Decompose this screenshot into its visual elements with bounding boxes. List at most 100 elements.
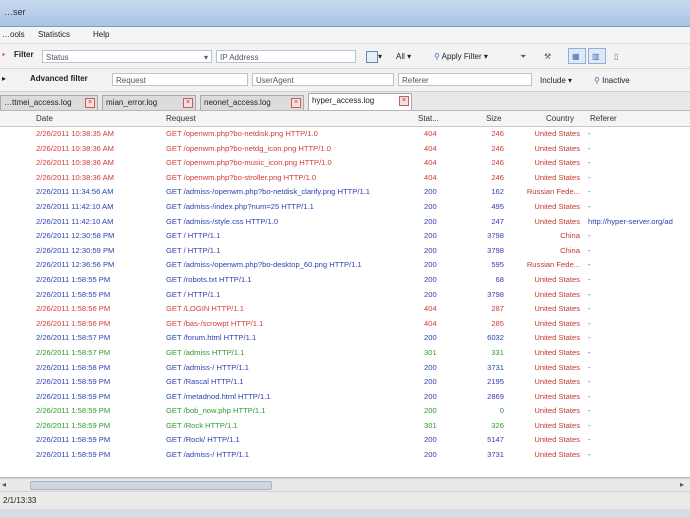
tab-neonet-access[interactable]: neonet_access.log × <box>200 95 304 110</box>
close-icon[interactable]: × <box>399 96 409 106</box>
table-row[interactable]: 2/26/2011 10:38:36 AM GET /openwm.php?bo-… <box>0 142 690 157</box>
menu-bar: …ools Statistics Help <box>0 27 690 44</box>
cell-date: 2/26/2011 1:58:59 PM <box>36 420 111 430</box>
column-header-referer[interactable]: Referer <box>590 114 617 123</box>
inactive-label: Inactive <box>602 76 630 85</box>
scroll-right-icon[interactable]: ▸ <box>680 480 684 489</box>
table-row[interactable]: 2/26/2011 10:38:35 AM GET /openwm.php?bo-… <box>0 127 690 142</box>
cell-request: GET /admiss-/openwm.php?bo-netdisk_clari… <box>166 187 370 197</box>
cell-size: 326 <box>491 420 504 430</box>
table-row[interactable]: 2/26/2011 1:58:59 PM GET /Rock HTTP/1.1 30… <box>0 419 690 434</box>
cell-request: GET /openwm.php?bo-netdg_icon.png HTTP/1… <box>166 143 331 153</box>
column-header-country[interactable]: Country <box>546 114 574 123</box>
cell-referer: - <box>588 347 591 357</box>
menu-tools[interactable]: …ools <box>2 30 25 39</box>
cell-status: 200 <box>424 406 437 416</box>
table-row[interactable]: 2/26/2011 11:34:56 AM GET /admiss-/openwm… <box>0 185 690 200</box>
cell-date: 2/26/2011 1:58:56 PM <box>36 318 111 328</box>
table-row[interactable]: 2/26/2011 1:58:59 PM GET /Rock/ HTTP/1.1 2… <box>0 433 690 448</box>
cell-referer: - <box>588 187 591 197</box>
close-icon[interactable]: × <box>183 98 193 108</box>
table-row[interactable]: 2/26/2011 12:36:56 PM GET /admiss-/openwm… <box>0 258 690 273</box>
view-toggle-3[interactable]: ▯ <box>610 48 622 64</box>
table-row[interactable]: 2/26/2011 11:42:10 AM GET /admiss-/index.… <box>0 200 690 215</box>
cell-date: 2/26/2011 12:30:59 PM <box>36 245 115 255</box>
table-row[interactable]: 2/26/2011 12:30:58 PM GET / HTTP/1.1 200 37… <box>0 229 690 244</box>
cell-date: 2/26/2011 10:38:36 AM <box>36 158 114 168</box>
apply-filter-button[interactable]: ⚲ Apply Filter ▾ <box>430 48 492 64</box>
scroll-left-icon[interactable]: ◂ <box>2 480 6 489</box>
cell-date: 2/26/2011 1:58:59 PM <box>36 377 111 387</box>
table-row[interactable]: 2/26/2011 1:58:57 PM GET /forum.html HTTP… <box>0 331 690 346</box>
cell-country: United States <box>534 377 580 387</box>
table-row[interactable]: 2/26/2011 1:58:59 PM GET /metadnod.html H… <box>0 390 690 405</box>
table-row[interactable]: 2/26/2011 1:58:58 PM GET /admiss-/ HTTP/1… <box>0 361 690 376</box>
log-tabs: …ttmei_access.log × mian_error.log × neo… <box>0 92 690 111</box>
cell-request: GET /admiss-/style.css HTTP/1.0 <box>166 216 279 226</box>
cell-country: China <box>560 231 580 241</box>
view-toggle-1[interactable]: ▦ <box>568 48 586 64</box>
tab-ttmei-access[interactable]: …ttmei_access.log × <box>0 95 98 110</box>
cell-referer: - <box>588 260 591 270</box>
cell-referer: - <box>588 129 591 138</box>
table-row[interactable]: 2/26/2011 1:58:59 PM GET /Rascal HTTP/1.1… <box>0 375 690 390</box>
inactive-button[interactable]: ⚲ Inactive <box>590 72 634 88</box>
cell-request: GET /openwm.php?bo-netdisk.png HTTP/1.0 <box>166 129 318 138</box>
table-row[interactable]: 2/26/2011 1:58:56 PM GET /LOGIN HTTP/1.1 4… <box>0 302 690 317</box>
column-header-status[interactable]: Stat... <box>418 114 439 123</box>
cell-date: 2/26/2011 10:38:35 AM <box>36 129 114 138</box>
table-view-button[interactable]: ▾ <box>362 48 386 64</box>
table-row[interactable]: 2/26/2011 1:58:55 PM GET /robots.txt HTTP… <box>0 273 690 288</box>
cell-status: 301 <box>424 347 437 357</box>
column-header-date[interactable]: Date <box>36 114 53 123</box>
all-dropdown[interactable]: All ▾ <box>392 48 415 64</box>
horizontal-scrollbar[interactable]: ◂ ▸ <box>0 478 690 491</box>
table-row[interactable]: 2/26/2011 12:30:59 PM GET / HTTP/1.1 200 37… <box>0 244 690 259</box>
table-row[interactable]: 2/26/2011 10:38:36 AM GET /openwm.php?bo-… <box>0 156 690 171</box>
cell-request: GET /Rock/ HTTP/1.1 <box>166 435 240 445</box>
view-toggle-2[interactable]: ▥ <box>588 48 606 64</box>
cell-referer: - <box>588 304 591 314</box>
cell-size: 6032 <box>487 333 504 343</box>
scrollbar-thumb[interactable] <box>30 481 272 490</box>
table-row[interactable]: 2/26/2011 1:58:57 PM GET /admiss HTTP/1.1… <box>0 346 690 361</box>
referer-placeholder: Referer <box>402 76 429 85</box>
cell-country: United States <box>534 347 580 357</box>
close-icon[interactable]: × <box>85 98 95 108</box>
table-row[interactable]: 2/26/2011 11:42:10 AM GET /admiss-/style.… <box>0 215 690 230</box>
cell-referer: - <box>588 274 591 284</box>
column-header-size[interactable]: Size <box>486 114 502 123</box>
table-row[interactable]: 2/26/2011 1:58:59 PM GET /admiss-/ HTTP/1… <box>0 448 690 463</box>
request-field[interactable]: Request <box>112 73 248 86</box>
status-dropdown[interactable]: Status <box>42 50 212 64</box>
cell-status: 200 <box>424 187 437 197</box>
cell-country: United States <box>534 391 580 401</box>
table-row[interactable]: 2/26/2011 10:38:36 AM GET /openwm.php?bo-… <box>0 171 690 186</box>
include-dropdown[interactable]: Include ▾ <box>536 72 576 88</box>
clear-filter-button[interactable]: ⚒ <box>540 48 555 64</box>
advanced-expand-icon[interactable]: ▸ <box>2 74 6 83</box>
menu-statistics[interactable]: Statistics <box>38 30 70 39</box>
close-icon[interactable]: × <box>291 98 301 108</box>
ip-address-field[interactable]: IP Address <box>216 50 356 63</box>
menu-help[interactable]: Help <box>93 30 109 39</box>
window-titlebar: …ser <box>0 0 690 27</box>
cell-date: 2/26/2011 1:58:57 PM <box>36 347 111 357</box>
cell-request: GET /admiss-/index.php?num=25 HTTP/1.1 <box>166 201 314 211</box>
cell-country: United States <box>534 201 580 211</box>
cell-status: 200 <box>424 377 437 387</box>
referer-field[interactable]: Referer <box>398 73 532 86</box>
column-header-request[interactable]: Request <box>166 114 196 123</box>
cell-date: 2/26/2011 1:58:59 PM <box>36 391 111 401</box>
user-agent-field[interactable]: UserAgent <box>252 73 394 86</box>
tab-mian-error[interactable]: mian_error.log × <box>102 95 196 110</box>
window-bottom-edge <box>0 509 690 518</box>
filter-tool-button[interactable]: ⏷ <box>516 48 530 64</box>
tab-hyper-access[interactable]: hyper_access.log × <box>308 93 412 110</box>
cell-size: 495 <box>491 201 504 211</box>
table-row[interactable]: 2/26/2011 1:58:56 PM GET /bas-/scrowpt HT… <box>0 317 690 332</box>
cell-country: United States <box>534 304 580 314</box>
table-row[interactable]: 2/26/2011 1:58:55 PM GET / HTTP/1.1 200 379… <box>0 288 690 303</box>
cell-country: United States <box>534 420 580 430</box>
table-row[interactable]: 2/26/2011 1:58:59 PM GET /bob_now.php HTT… <box>0 404 690 419</box>
